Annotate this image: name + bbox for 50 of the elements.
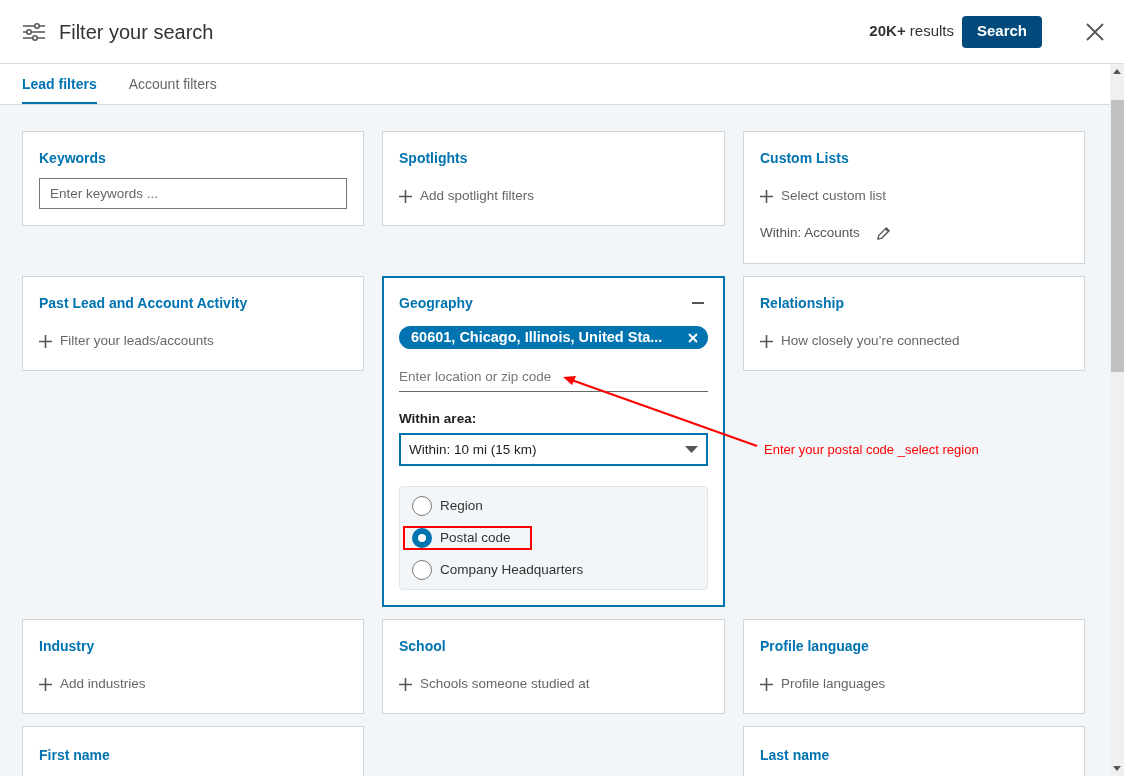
scroll-down-icon[interactable] xyxy=(1113,766,1121,771)
plus-icon xyxy=(760,677,773,691)
filter-title: Past Lead and Account Activity xyxy=(39,294,248,313)
add-filter-link[interactable]: Profile languages xyxy=(760,674,886,695)
close-icon[interactable] xyxy=(1086,22,1104,41)
filter-title: Relationship xyxy=(760,294,844,313)
scrollbar[interactable] xyxy=(1110,64,1124,776)
annotation-text: Enter your postal code _select region xyxy=(764,441,979,459)
radio-option[interactable]: Postal code xyxy=(412,528,511,549)
location-chip[interactable]: 60601, Chicago, Illinois, United Sta... xyxy=(399,326,708,349)
location-field[interactable]: Enter location or zip code xyxy=(399,366,708,392)
filter-title: School xyxy=(399,637,446,657)
add-filter-link[interactable]: Select custom list xyxy=(760,186,887,207)
radio-button[interactable] xyxy=(412,528,432,549)
plus-icon xyxy=(760,334,773,348)
pencil-icon[interactable] xyxy=(875,225,891,241)
filter-title: First name xyxy=(39,747,110,764)
plus-icon xyxy=(39,334,52,348)
area-dropdown[interactable]: Within: 10 mi (15 km) xyxy=(399,433,708,467)
filter-sliders-icon xyxy=(23,22,45,41)
radio-option[interactable]: Region xyxy=(412,496,483,517)
add-filter-link[interactable]: Add industries xyxy=(39,674,146,695)
scroll-thumb[interactable] xyxy=(1110,100,1124,372)
add-filter-link[interactable]: Add spotlight filters xyxy=(399,186,535,207)
filter-title: Profile language xyxy=(760,637,869,657)
filter-title: Spotlights xyxy=(399,149,468,168)
plus-icon xyxy=(760,189,773,203)
radio-button[interactable] xyxy=(412,496,432,517)
add-filter-link[interactable]: Filter your leads/accounts xyxy=(39,331,214,352)
add-filter-link[interactable]: Schools someone studied at xyxy=(399,674,590,695)
caret-icon xyxy=(685,446,698,454)
search-button[interactable]: Search xyxy=(962,15,1042,48)
within-label: Within: Accounts xyxy=(760,224,860,243)
add-filter-link[interactable]: How closely you’re connected xyxy=(760,331,960,352)
plus-icon xyxy=(399,189,412,203)
plus-icon xyxy=(399,677,412,691)
results-count: 20K+ results xyxy=(869,21,954,42)
filter-title: Industry xyxy=(39,637,95,657)
filter-title: Keywords xyxy=(39,149,107,168)
radio-button[interactable] xyxy=(412,560,432,581)
page-title: Filter your search xyxy=(59,19,214,45)
plus-icon xyxy=(39,677,52,691)
radio-option[interactable]: Company Headquarters xyxy=(412,560,584,581)
keywords-field[interactable]: Enter keywords ... xyxy=(39,178,347,209)
scroll-up-icon[interactable] xyxy=(1113,69,1121,74)
filter-title: Custom Lists xyxy=(760,149,849,168)
within-area-label: Within area: xyxy=(399,410,478,428)
filter-title: Geography xyxy=(399,294,473,313)
filter-title: Last name xyxy=(760,747,830,764)
filter-tab[interactable]: Account filters xyxy=(128,64,217,104)
